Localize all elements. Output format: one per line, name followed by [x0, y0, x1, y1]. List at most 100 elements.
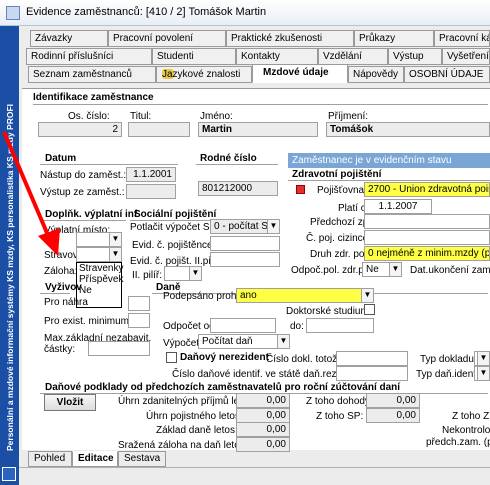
dropdown-option-ne[interactable]: Ne	[77, 285, 121, 296]
typ-dokladu-label: Typ dokladu:	[420, 354, 477, 365]
plati-od-value[interactable]: 1.1.2007	[364, 199, 432, 214]
predchozi-input[interactable]	[364, 214, 490, 229]
tab-vystup[interactable]: Výstup	[388, 48, 442, 65]
annotation-arrow-icon	[2, 131, 60, 256]
title-bar: Evidence zaměstnanců: [410 / 2] Tomášok …	[0, 0, 490, 26]
rodne-cislo-label: Rodné číslo	[200, 153, 257, 164]
dropdown-option-stravenky[interactable]: Stravenky	[77, 263, 123, 274]
tab-vysetreni[interactable]: Vyšetření	[442, 48, 490, 65]
odpoc-value: Ne	[366, 264, 379, 275]
vlozit-button[interactable]: Vložit	[44, 394, 96, 411]
tab-studenti[interactable]: Studenti	[152, 48, 236, 65]
chevron-down-icon[interactable]: ▼	[477, 352, 489, 365]
pojistovna-label: Pojišťovna:	[317, 185, 367, 196]
tab-pracovni-kala[interactable]: Pracovní kála	[434, 30, 490, 47]
bottom-tab-sestava[interactable]: Sestava	[118, 451, 166, 467]
cislo-dokl-input[interactable]	[336, 351, 408, 366]
chevron-down-icon[interactable]: ▼	[109, 248, 121, 261]
bottom-tab-pohled[interactable]: Pohled	[28, 451, 72, 467]
danovy-nerezident-checkbox[interactable]	[166, 352, 177, 363]
tab-seznam-zamestnancu[interactable]: Seznam zaměstnanců	[28, 66, 156, 83]
vypocet-select[interactable]: Počítat daň ▼	[198, 334, 290, 349]
zdravotni-heading: Zdravotní pojištění	[292, 169, 382, 180]
odpocet-input[interactable]	[210, 318, 276, 333]
pojistovna-select[interactable]: 2700 - Union zdravotná poisťovňa	[364, 182, 490, 197]
z-toho-zp-label: Z toho ZP:	[452, 411, 490, 422]
nekontrolova-label: Nekontrolova	[442, 425, 490, 436]
pro-exist-input[interactable]	[128, 313, 150, 328]
chevron-down-icon[interactable]: ▼	[267, 220, 279, 233]
evid1-input[interactable]	[210, 236, 280, 251]
potlacit-value: 0 - počítat SP	[214, 221, 275, 232]
typ-dan-ident-label: Typ daň.ident.:	[416, 369, 482, 380]
jmeno-label: Jméno:	[200, 111, 233, 122]
z-toho-sp-label: Z toho SP:	[316, 411, 364, 422]
chevron-down-icon[interactable]: ▼	[361, 289, 373, 302]
tab-prukazy[interactable]: Průkazy	[354, 30, 434, 47]
app-icon	[6, 6, 20, 20]
chevron-down-icon[interactable]: ▼	[277, 335, 289, 348]
vyplatni-misto-select[interactable]: ▼	[76, 232, 122, 247]
jmeno-value: Martin	[198, 122, 318, 137]
arrow-head	[38, 228, 60, 256]
doktorske-checkbox[interactable]	[364, 304, 375, 315]
uhrn-prijmu-value: 0,00	[236, 393, 290, 408]
tab-vzdelani[interactable]: Vzdělání	[318, 48, 388, 65]
tab-kontakty[interactable]: Kontakty	[236, 48, 318, 65]
do-input[interactable]	[306, 318, 374, 333]
vypocet-label: Výpočet:	[163, 338, 202, 349]
podepsano-select[interactable]: ano ▼	[236, 288, 374, 303]
titul-label: Titul:	[130, 111, 152, 122]
chevron-down-icon[interactable]: ▼	[477, 367, 489, 380]
tab-osobni-udaje[interactable]: OSOBNÍ ÚDAJE	[404, 66, 490, 83]
uhrn-pojistneho-value: 0,00	[236, 408, 290, 423]
tab-pracovni-povoleni[interactable]: Pracovní povolení	[108, 30, 226, 47]
potlacit-select[interactable]: 0 - počítat SP ▼	[210, 219, 280, 234]
do-label: do:	[290, 321, 304, 332]
predch-label: předch.zam. (pro	[426, 437, 490, 448]
tab-napovedy[interactable]: Nápovědy	[348, 66, 404, 83]
chevron-down-icon[interactable]: ▼	[389, 263, 401, 276]
nastup-value: 1.1.2001	[126, 167, 176, 182]
uhrn-pojistneho-label: Úhrn pojistného letos:	[146, 411, 243, 422]
vystup-value	[126, 184, 176, 199]
cislo-identif-input[interactable]	[336, 366, 408, 381]
stravov-select[interactable]: ▼	[76, 247, 122, 262]
zaklad-dane-label: Základ daně letos:	[156, 425, 238, 436]
evid1-label: Evid. č. pojištěnce:	[132, 240, 216, 251]
vypocet-value: Počítat daň	[202, 336, 253, 347]
zaklad-dane-value: 0,00	[236, 422, 290, 437]
status-bar	[19, 467, 490, 485]
tab-prakticke-zkusenosti[interactable]: Praktické zkušenosti	[226, 30, 354, 47]
titul-value	[128, 122, 190, 137]
chevron-down-icon[interactable]: ▼	[189, 267, 201, 280]
odpoc-select[interactable]: Ne ▼	[362, 262, 402, 277]
pro-exist-label: Pro exist. minimum:	[44, 316, 132, 327]
tab-rodinni-prislusnici[interactable]: Rodinní příslušníci	[26, 48, 152, 65]
srazena-value: 0,00	[236, 437, 290, 452]
vyzivovani-heading: Vyživov	[45, 282, 82, 293]
rodne-cislo-value: 801212000	[198, 181, 278, 196]
pilir-select[interactable]: ▼	[164, 266, 202, 281]
zaloha-label: Záloha:	[44, 266, 78, 277]
max-nezabavit-input[interactable]	[88, 341, 150, 356]
tab-zavazky[interactable]: Závazky	[30, 30, 108, 47]
identification-heading: Identifikace zaměstnance	[33, 92, 154, 103]
druh-select[interactable]: 0 nejméně z minim.mzdy (plati	[364, 246, 490, 261]
bottom-tab-editace[interactable]: Editace	[72, 451, 118, 467]
typ-dokladu-select[interactable]: ▼	[474, 351, 490, 366]
typ-dan-ident-select[interactable]: ▼	[474, 366, 490, 381]
uhrn-prijmu-label: Úhrn zdanitelných příjmů letos:	[118, 396, 256, 407]
required-marker-icon	[296, 185, 305, 194]
pro-nahradu-input[interactable]	[128, 296, 150, 311]
tab-mzdove-udaje[interactable]: Mzdové údaje	[252, 64, 348, 83]
srazena-label: Sražená záloha na daň letos:	[118, 440, 248, 451]
max-nezabavit-label-2: částky:	[44, 344, 76, 355]
evid2-input[interactable]	[210, 252, 280, 267]
os-cislo-label: Os. číslo:	[68, 111, 110, 122]
podepsano-value: ano	[240, 290, 257, 301]
chevron-down-icon[interactable]: ▼	[109, 233, 121, 246]
c-poj-input[interactable]	[364, 230, 490, 245]
dropdown-option-prispevek[interactable]: Příspěvek	[77, 274, 123, 285]
window-title: Evidence zaměstnanců: [410 / 2] Tomášok …	[26, 6, 267, 18]
